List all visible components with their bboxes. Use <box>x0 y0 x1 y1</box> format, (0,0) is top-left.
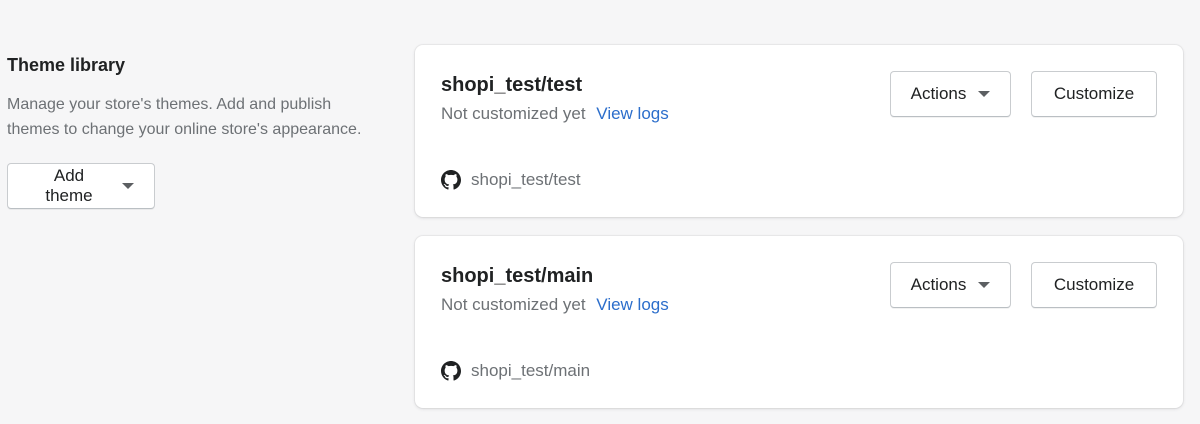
theme-repo: shopi_test/main <box>441 360 590 382</box>
customize-button[interactable]: Customize <box>1031 262 1157 308</box>
section-title: Theme library <box>7 55 126 75</box>
theme-status: Not customized yet View logs <box>441 294 669 316</box>
view-logs-link[interactable]: View logs <box>596 295 668 314</box>
caret-down-icon <box>978 282 991 288</box>
github-icon <box>441 361 461 381</box>
add-theme-button[interactable]: Add theme <box>7 163 155 209</box>
theme-library-page: Theme library Manage your store's themes… <box>0 0 1200 424</box>
theme-card-main: shopi_test/main Not customized yet View … <box>415 236 1183 408</box>
caret-down-icon <box>122 183 134 189</box>
caret-down-icon <box>978 91 991 97</box>
section-description: Manage your store's themes. Add and publ… <box>7 96 362 138</box>
theme-name: shopi_test/main <box>441 265 594 287</box>
theme-name: shopi_test/test <box>441 74 583 96</box>
theme-status-text: Not customized yet <box>441 104 586 123</box>
actions-label: Actions <box>910 84 967 103</box>
theme-status: Not customized yet View logs <box>441 103 669 125</box>
repo-name: shopi_test/main <box>471 361 591 380</box>
actions-button[interactable]: Actions <box>890 262 1011 308</box>
github-icon <box>441 170 461 190</box>
theme-library-section: Theme library Manage your store's themes… <box>7 54 387 209</box>
view-logs-link[interactable]: View logs <box>596 104 668 123</box>
theme-card-test: shopi_test/test Not customized yet View … <box>415 45 1183 217</box>
customize-button[interactable]: Customize <box>1031 71 1157 117</box>
theme-repo: shopi_test/test <box>441 169 581 191</box>
repo-name: shopi_test/test <box>471 170 581 189</box>
add-theme-label: Add theme <box>45 166 93 205</box>
actions-button[interactable]: Actions <box>890 71 1011 117</box>
theme-status-text: Not customized yet <box>441 295 586 314</box>
actions-label: Actions <box>910 275 967 294</box>
